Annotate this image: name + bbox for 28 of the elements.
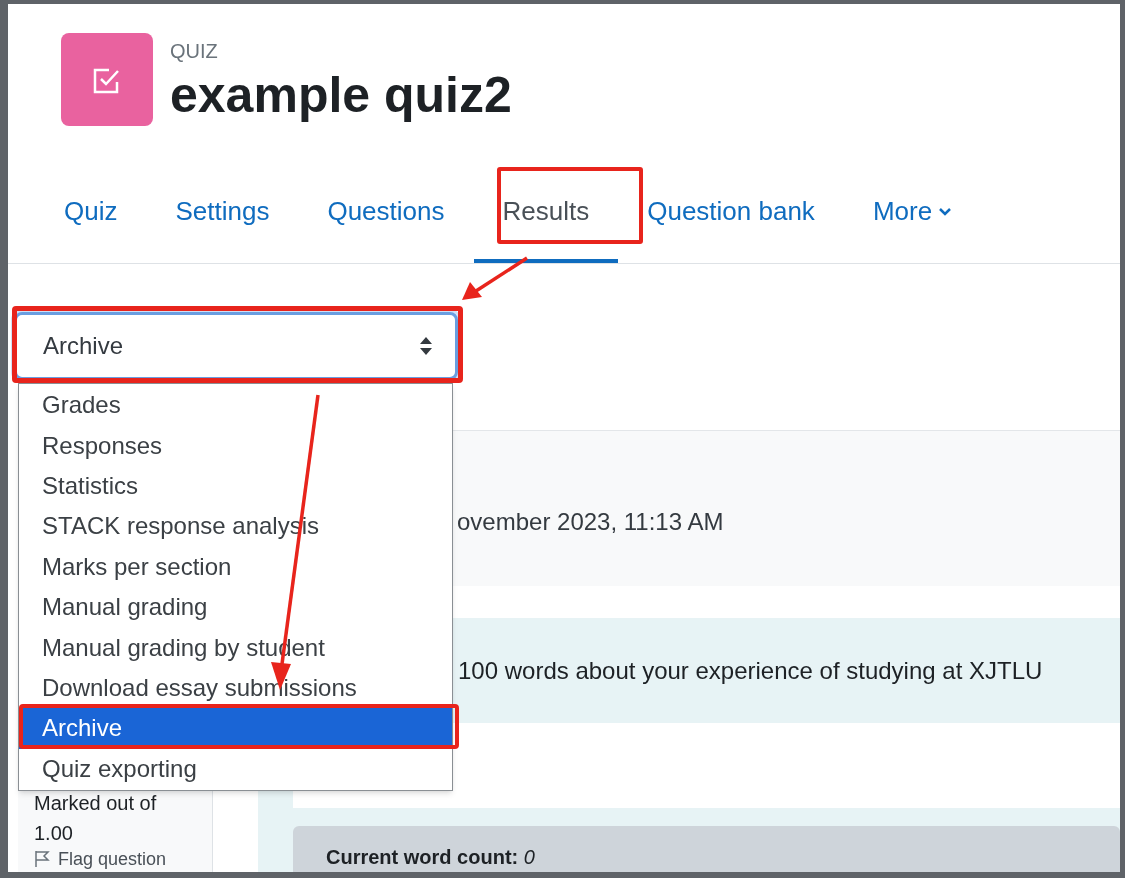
sort-arrows-icon: [419, 335, 433, 357]
dropdown-option[interactable]: Statistics: [19, 465, 452, 507]
dropdown-option[interactable]: Manual grading: [19, 586, 452, 628]
marked-out-of-value: 1.00: [34, 821, 74, 846]
flag-question-link[interactable]: Flag question: [34, 848, 212, 870]
dropdown-option[interactable]: Responses: [19, 425, 452, 466]
chevron-down-icon: [938, 206, 953, 217]
nav-tab[interactable]: Questions: [298, 160, 474, 263]
dropdown-option[interactable]: Download essay submissions: [19, 667, 452, 709]
dropdown-option[interactable]: Marks per section: [19, 546, 452, 587]
annotation-arrow: [462, 256, 528, 300]
nav-tab[interactable]: More: [843, 160, 982, 263]
nav-tab[interactable]: Settings: [146, 160, 299, 263]
flag-icon: [34, 850, 50, 868]
marked-out-of-label: Marked out of: [34, 791, 158, 816]
nav-tab[interactable]: Results: [473, 160, 619, 263]
dropdown-option[interactable]: Quiz exporting: [19, 748, 452, 789]
report-select[interactable]: Archive: [14, 312, 458, 380]
nav-tab[interactable]: Quiz: [35, 160, 147, 263]
dropdown-option[interactable]: Archive: [19, 708, 452, 749]
page-title: example quiz2: [170, 66, 512, 125]
module-type-label: QUIZ: [170, 39, 219, 63]
nav-tab[interactable]: Question bank: [618, 160, 844, 263]
question-text: 100 words about your experience of studying at XJTLU: [458, 655, 1043, 686]
dropdown-option[interactable]: Grades: [19, 385, 452, 426]
quiz-icon: [61, 33, 153, 126]
word-count-text: Current word count: 0: [326, 845, 536, 870]
attempt-date-text: ovember 2023, 11:13 AM: [457, 507, 725, 537]
